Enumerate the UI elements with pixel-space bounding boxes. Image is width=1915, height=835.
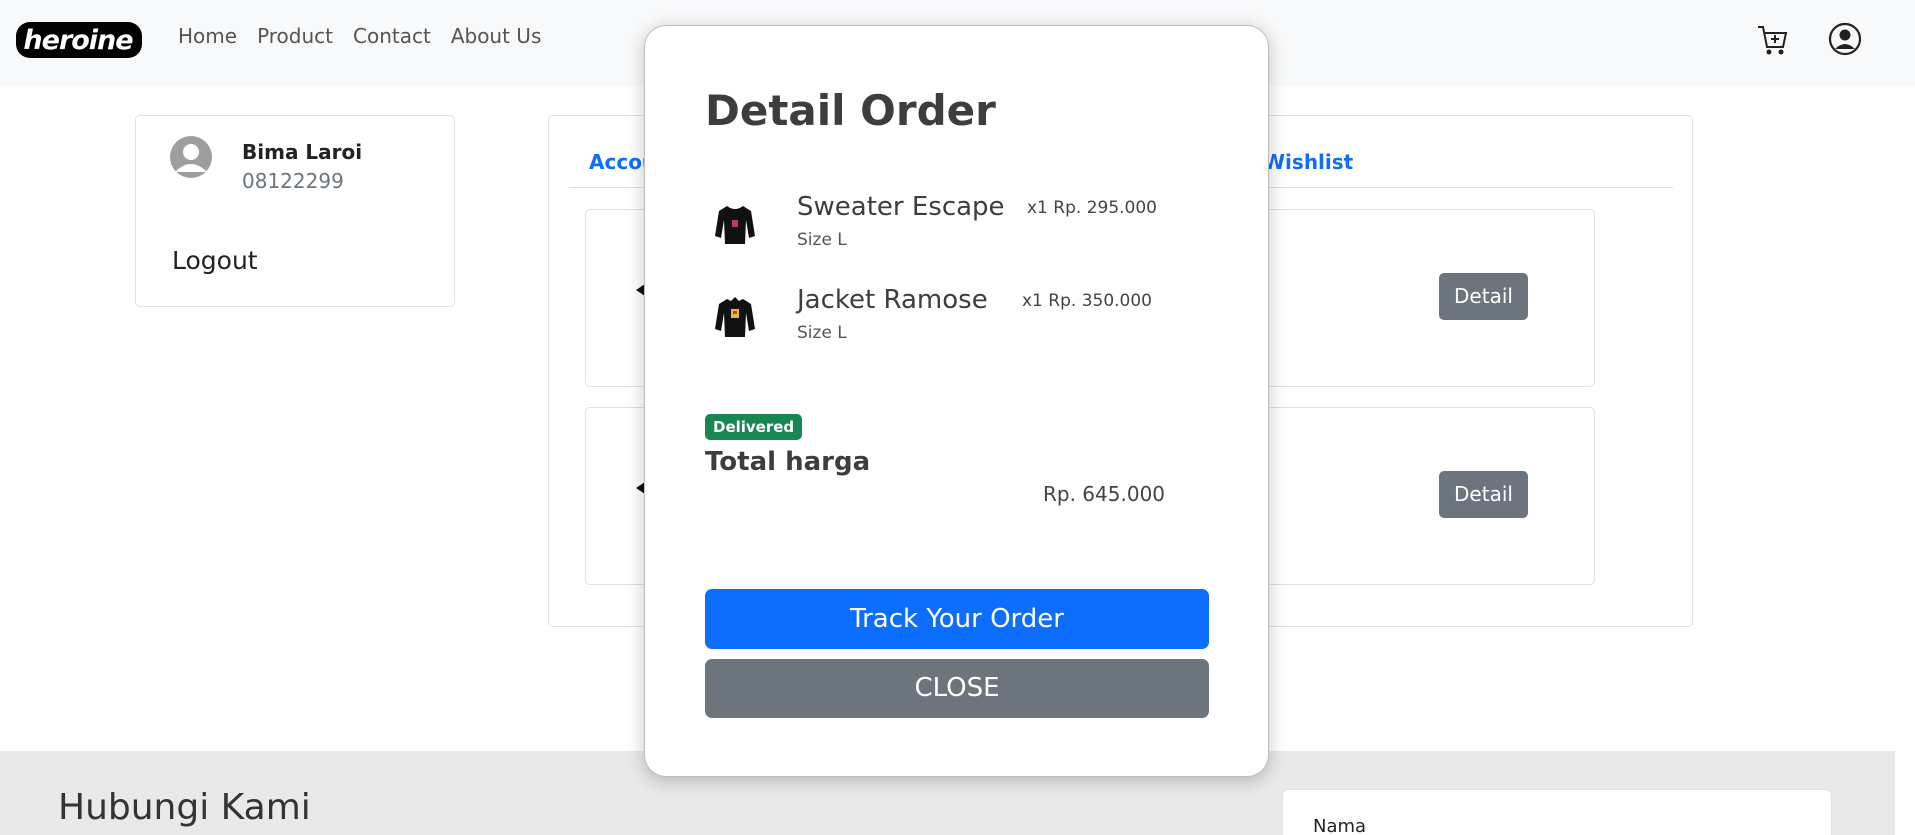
order-detail-button[interactable]: Detail	[1439, 273, 1528, 320]
nav-product[interactable]: Product	[257, 24, 333, 48]
item-name: Sweater Escape	[797, 192, 1005, 222]
item-name: Jacket Ramose	[797, 285, 988, 315]
contact-form: Nama	[1282, 789, 1832, 835]
close-button[interactable]: CLOSE	[705, 659, 1209, 718]
order-detail-button[interactable]: Detail	[1439, 471, 1528, 518]
track-order-button[interactable]: Track Your Order	[705, 589, 1209, 649]
order-item: Jacket Ramose Size L x1 Rp. 350.000	[705, 283, 1185, 353]
avatar	[170, 136, 212, 178]
detail-order-modal: Detail Order Sweater Escape Size L x1 Rp…	[644, 25, 1269, 777]
modal-title: Detail Order	[705, 86, 996, 135]
total-value: Rp. 645.000	[1043, 482, 1166, 506]
name-field-label: Nama	[1313, 816, 1367, 835]
profile-name: Bima Laroi	[242, 140, 363, 164]
status-badge: Delivered	[705, 414, 803, 440]
logout-link[interactable]: Logout	[172, 246, 258, 275]
footer-title: Hubungi Kami	[58, 787, 311, 828]
tab-wishlist[interactable]: Wishlist	[1263, 150, 1353, 174]
total-label: Total harga	[705, 447, 871, 477]
item-size: Size L	[797, 230, 847, 250]
nav-links: Home Product Contact About Us	[178, 24, 541, 48]
profile-card: Bima Laroi 08122299 Logout	[135, 115, 455, 307]
heroine-logo[interactable]: heroine	[14, 16, 144, 60]
nav-contact[interactable]: Contact	[353, 24, 431, 48]
profile-phone: 08122299	[242, 169, 344, 193]
cart-add-icon[interactable]	[1756, 22, 1788, 56]
order-item: Sweater Escape Size L x1 Rp. 295.000	[705, 190, 1185, 260]
user-circle-icon[interactable]	[1828, 22, 1862, 56]
nav-home[interactable]: Home	[178, 24, 237, 48]
item-qty-price: x1 Rp. 350.000	[1022, 291, 1152, 311]
svg-text:heroine: heroine	[23, 25, 133, 56]
nav-about-us[interactable]: About Us	[451, 24, 542, 48]
item-size: Size L	[797, 323, 847, 343]
item-qty-price: x1 Rp. 295.000	[1027, 198, 1157, 218]
sweater-thumbnail	[715, 206, 755, 244]
jacket-thumbnail	[715, 297, 755, 337]
